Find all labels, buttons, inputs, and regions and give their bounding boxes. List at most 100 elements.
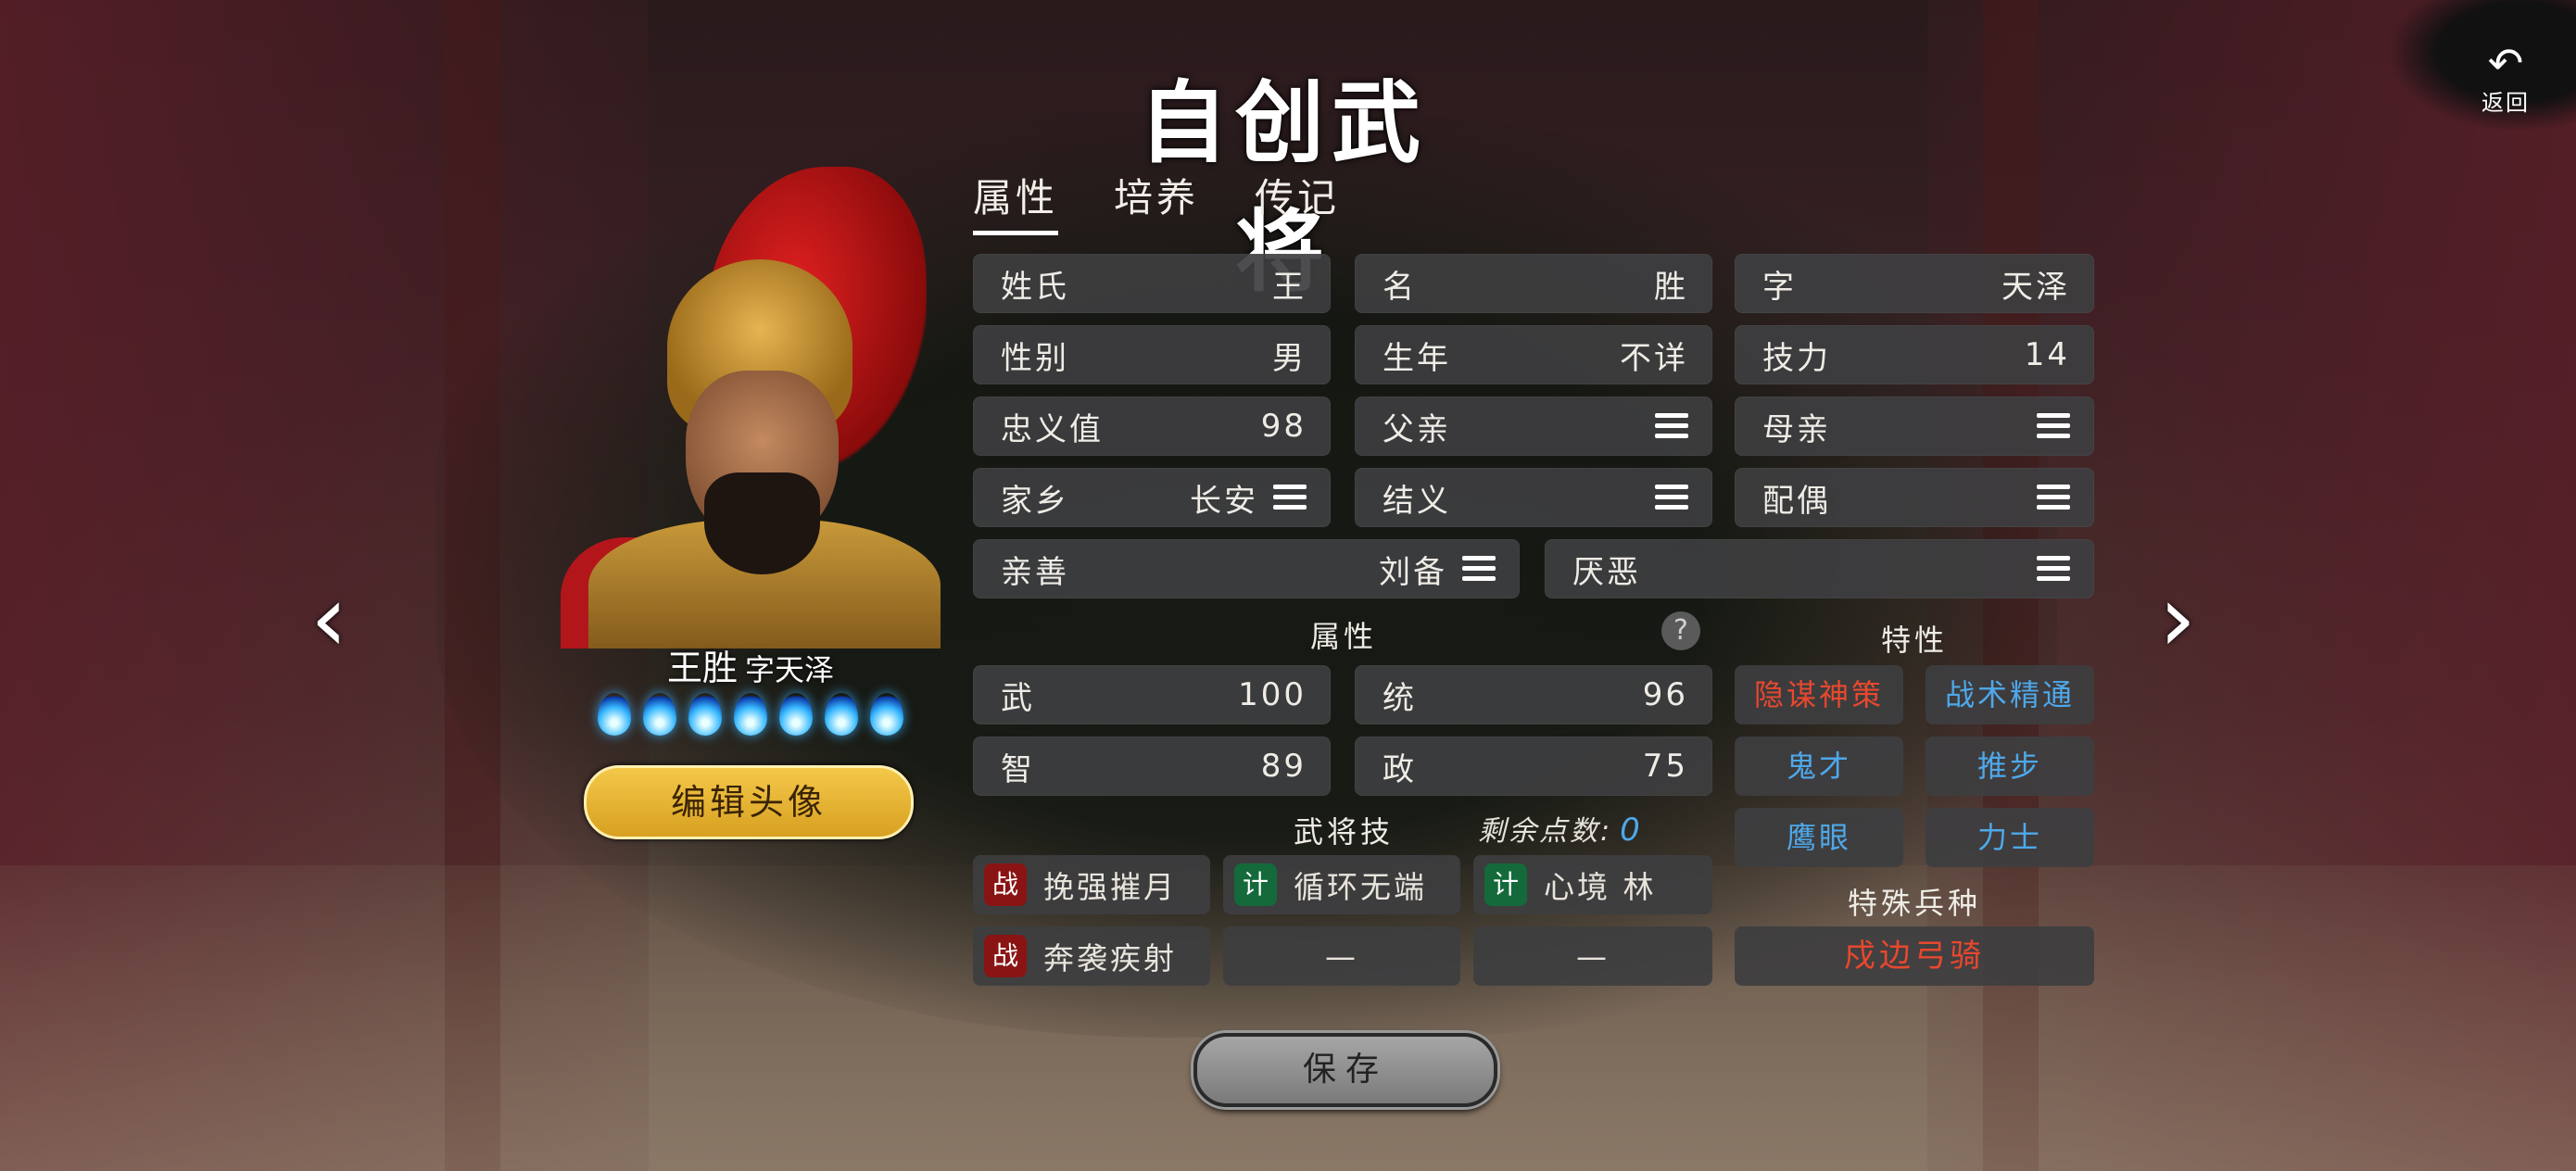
tab-training[interactable]: 培养 bbox=[1114, 167, 1199, 235]
field-value: 刘备 bbox=[1379, 553, 1447, 591]
empty-skill-slot[interactable]: — bbox=[1473, 926, 1712, 986]
stat-label: 政 bbox=[1383, 750, 1417, 788]
blue-flame-icon bbox=[688, 693, 722, 736]
stat-label: 武 bbox=[1001, 679, 1035, 717]
skill-name: 奔袭疾射 bbox=[1043, 940, 1177, 976]
field-label: 忠义值 bbox=[1001, 410, 1104, 448]
tab-attributes[interactable]: 属性 bbox=[973, 167, 1059, 235]
back-button[interactable]: ↶ 返回 bbox=[2469, 42, 2543, 117]
help-icon[interactable]: ? bbox=[1661, 611, 1700, 650]
blue-flame-icon bbox=[734, 693, 767, 736]
trait-item[interactable]: 力士 bbox=[1926, 808, 2094, 867]
skill-slot[interactable]: 战 奔袭疾射 bbox=[973, 926, 1210, 986]
stat-value: 96 bbox=[1642, 676, 1688, 713]
flame-rating bbox=[598, 693, 903, 736]
mother-field[interactable]: 母亲 bbox=[1735, 397, 2094, 456]
spouse-field[interactable]: 配偶 bbox=[1735, 468, 2094, 527]
back-button-backdrop: ↶ 返回 bbox=[2391, 0, 2576, 130]
trait-item[interactable]: 隐谋神策 bbox=[1735, 665, 1903, 724]
field-label: 父亲 bbox=[1383, 410, 1451, 448]
background-pillar bbox=[445, 0, 500, 1171]
skill-name: — bbox=[1325, 938, 1358, 975]
next-hero-arrow-icon[interactable]: › bbox=[2150, 573, 2205, 665]
traits-heading: 特性 bbox=[1880, 623, 1948, 658]
portrait-beard bbox=[704, 472, 820, 574]
sworn-brother-field[interactable]: 结义 bbox=[1355, 468, 1712, 527]
dislikes-field[interactable]: 厌恶 bbox=[1545, 539, 2094, 598]
field-label: 厌恶 bbox=[1572, 553, 1641, 591]
blue-flame-icon bbox=[779, 693, 813, 736]
menu-icon[interactable] bbox=[1462, 556, 1496, 582]
remaining-points-label: 剩余点数: bbox=[1478, 815, 1613, 848]
stat-zhi: 智 89 bbox=[973, 737, 1331, 796]
remaining-points-value: 0 bbox=[1620, 812, 1643, 849]
skill-power-field: 技力 14 bbox=[1735, 325, 2094, 384]
skills-heading: 武将技 bbox=[1293, 814, 1394, 850]
stat-label: 统 bbox=[1383, 679, 1417, 717]
blue-flame-icon bbox=[643, 693, 676, 736]
blue-flame-icon bbox=[870, 693, 903, 736]
field-value: 王 bbox=[1272, 268, 1307, 306]
menu-icon[interactable] bbox=[2037, 413, 2070, 439]
stat-zheng: 政 75 bbox=[1355, 737, 1712, 796]
edit-avatar-button[interactable]: 编辑头像 bbox=[584, 765, 914, 839]
stat-label: 智 bbox=[1001, 750, 1035, 788]
trait-item[interactable]: 战术精通 bbox=[1926, 665, 2094, 724]
field-value: 长安 bbox=[1190, 482, 1258, 520]
special-unit-slot[interactable]: 戍边弓骑 bbox=[1735, 926, 2094, 986]
attributes-heading: 属性 bbox=[1309, 619, 1377, 654]
menu-icon[interactable] bbox=[1655, 413, 1688, 439]
field-label: 姓氏 bbox=[1001, 268, 1069, 306]
likes-field[interactable]: 亲善 刘备 bbox=[973, 539, 1520, 598]
skill-name: 挽强摧月 bbox=[1043, 869, 1177, 905]
field-value: 不详 bbox=[1620, 339, 1688, 377]
remaining-points: 剩余点数: 0 bbox=[1478, 808, 1643, 849]
battle-badge-icon: 战 bbox=[984, 863, 1027, 906]
loyalty-field[interactable]: 忠义值 98 bbox=[973, 397, 1331, 456]
blue-flame-icon bbox=[598, 693, 631, 736]
menu-icon[interactable] bbox=[1655, 485, 1688, 510]
field-value: 98 bbox=[1260, 408, 1307, 445]
previous-hero-arrow-icon[interactable]: ‹ bbox=[301, 573, 357, 665]
skill-slot[interactable]: 计 心境 林 bbox=[1473, 855, 1712, 914]
stat-value: 89 bbox=[1260, 748, 1307, 785]
given-name-field[interactable]: 名 胜 bbox=[1355, 254, 1712, 313]
back-label: 返回 bbox=[2481, 90, 2530, 116]
blue-flame-icon bbox=[825, 693, 858, 736]
surname-field[interactable]: 姓氏 王 bbox=[973, 254, 1331, 313]
menu-icon[interactable] bbox=[1273, 485, 1307, 510]
stat-value: 75 bbox=[1642, 748, 1688, 785]
skill-name: 循环无端 bbox=[1294, 869, 1427, 905]
trait-item[interactable]: 鹰眼 bbox=[1735, 808, 1903, 867]
trait-item[interactable]: 推步 bbox=[1926, 737, 2094, 796]
field-label: 配偶 bbox=[1762, 482, 1831, 520]
gender-field[interactable]: 性别 男 bbox=[973, 325, 1331, 384]
field-label: 家乡 bbox=[1001, 482, 1069, 520]
birth-year-field[interactable]: 生年 不详 bbox=[1355, 325, 1712, 384]
courtesy-name-field[interactable]: 字 天泽 bbox=[1735, 254, 2094, 313]
field-value: 14 bbox=[2024, 336, 2070, 373]
field-label: 技力 bbox=[1762, 339, 1831, 377]
menu-icon[interactable] bbox=[2037, 485, 2070, 510]
field-value: 胜 bbox=[1654, 268, 1688, 306]
field-value: 天泽 bbox=[2001, 268, 2070, 306]
hero-courtesy: 字天泽 bbox=[745, 652, 835, 687]
skill-slot[interactable]: 战 挽强摧月 bbox=[973, 855, 1210, 914]
hero-portrait bbox=[533, 157, 968, 648]
stat-wu: 武 100 bbox=[973, 665, 1331, 724]
empty-skill-slot[interactable]: — bbox=[1223, 926, 1460, 986]
field-label: 性别 bbox=[1001, 339, 1069, 377]
father-field[interactable]: 父亲 bbox=[1355, 397, 1712, 456]
hometown-field[interactable]: 家乡 长安 bbox=[973, 468, 1331, 527]
tab-bar: 属性 培养 传记 bbox=[973, 167, 1340, 235]
save-button[interactable]: 保存 bbox=[1193, 1033, 1497, 1107]
skill-name: 心境 林 bbox=[1544, 869, 1657, 905]
stat-tong: 统 96 bbox=[1355, 665, 1712, 724]
hero-name: 王胜 bbox=[666, 648, 738, 688]
field-label: 结义 bbox=[1383, 482, 1451, 520]
skill-slot[interactable]: 计 循环无端 bbox=[1223, 855, 1460, 914]
menu-icon[interactable] bbox=[2037, 556, 2070, 582]
tab-biography[interactable]: 传记 bbox=[1255, 167, 1340, 235]
hero-name-line: 王胜 字天泽 bbox=[556, 639, 945, 690]
trait-item[interactable]: 鬼才 bbox=[1735, 737, 1903, 796]
